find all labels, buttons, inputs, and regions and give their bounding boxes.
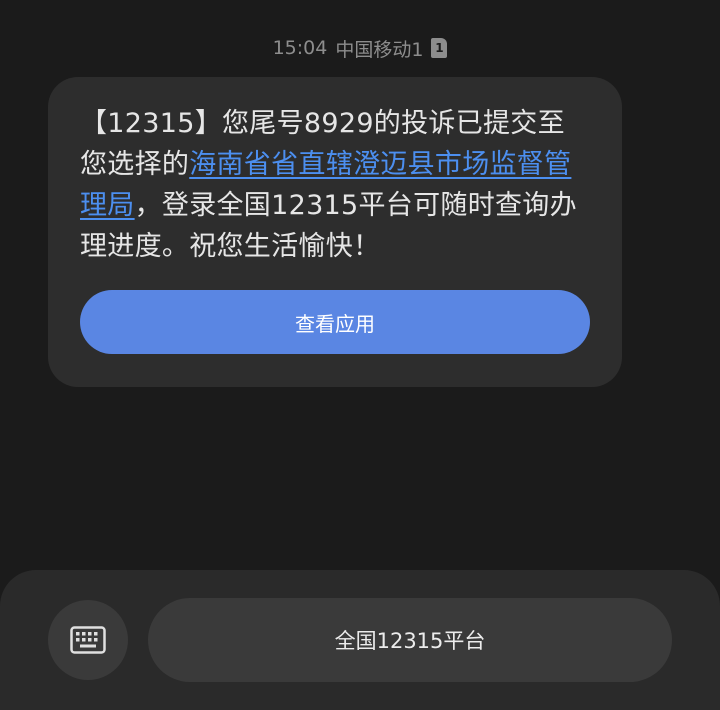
message-bubble: 【12315】您尾号8929的投诉已提交至您选择的海南省省直辖澄迈县市场监督管理… <box>48 77 622 387</box>
message-body: 【12315】您尾号8929的投诉已提交至您选择的海南省省直辖澄迈县市场监督管理… <box>80 103 590 267</box>
message-text-suffix: ，登录全国12315平台可随时查询办理进度。祝您生活愉快！ <box>80 190 577 262</box>
sim-slot-number: 1 <box>435 41 444 55</box>
message-time: 15:04 <box>272 37 328 59</box>
message-meta: 15:04 中国移动1 1 <box>0 34 720 62</box>
menu-button-12315-platform[interactable]: 全国12315平台 <box>148 598 672 682</box>
sms-conversation-screen: 15:04 中国移动1 1 【12315】您尾号8929的投诉已提交至您选择的海… <box>0 0 720 710</box>
keyboard-icon <box>70 626 106 654</box>
sim-card-icon: 1 <box>431 38 448 58</box>
view-app-button[interactable]: 查看应用 <box>80 290 590 354</box>
bottom-menu-bar: 全国12315平台 <box>0 570 720 710</box>
keyboard-toggle-button[interactable] <box>48 600 128 680</box>
carrier-name: 中国移动1 <box>335 38 424 61</box>
